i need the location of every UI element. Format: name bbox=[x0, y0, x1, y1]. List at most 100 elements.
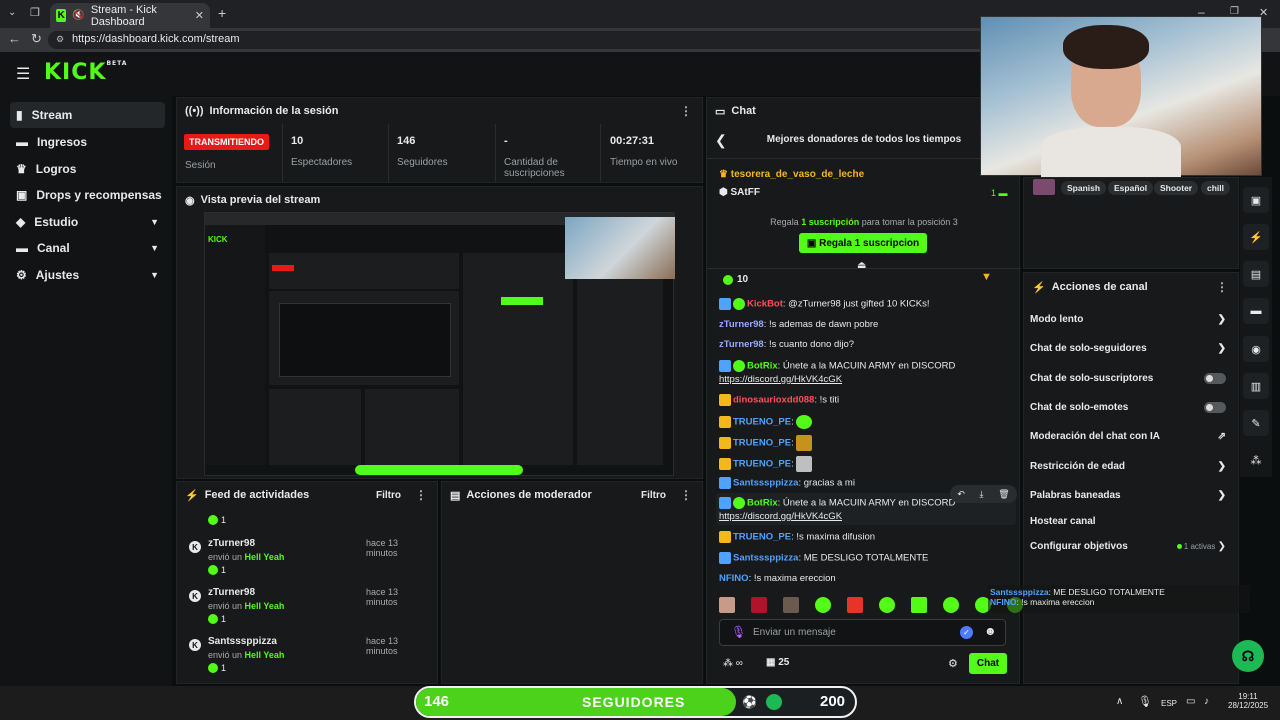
feed-user[interactable]: zTurner98 bbox=[208, 587, 255, 598]
action-ai-moderation[interactable]: Moderación del chat con IA ⇗ bbox=[1030, 431, 1226, 442]
chat-input-field[interactable]: 🎙 Enviar un mensaje ✓ ☻ bbox=[719, 619, 1006, 646]
menu-icon[interactable]: ☰ bbox=[16, 64, 30, 84]
emote-icon[interactable] bbox=[783, 597, 799, 613]
sidebar-item-ajustes[interactable]: ⚙ Ajustes ▼ bbox=[10, 262, 165, 288]
chat-username[interactable]: BotRix bbox=[747, 361, 778, 372]
more-icon[interactable]: ⋮ bbox=[680, 104, 692, 118]
check-icon[interactable]: ✓ bbox=[960, 626, 973, 639]
collapse-handle-icon[interactable]: ⏏ bbox=[857, 260, 866, 271]
emote-icon[interactable] bbox=[719, 597, 735, 613]
emote-icon[interactable] bbox=[815, 597, 831, 613]
chat-message: BotRix: Únete a la MACUIN ARMY en DISCOR… bbox=[719, 497, 955, 509]
chat-settings-icon[interactable]: ⚙ bbox=[948, 657, 958, 670]
action-followers-only[interactable]: Chat de solo-seguidores ❯ bbox=[1030, 343, 1226, 354]
action-goals[interactable]: Configurar objetivos 1 activas ❯ bbox=[1030, 541, 1226, 552]
url-field[interactable]: ⚙ https://dashboard.kick.com/stream bbox=[48, 31, 988, 49]
tag[interactable]: chill bbox=[1201, 181, 1231, 195]
overlay-chat-line: Santsssppizza: ME DESLIGO TOTALMENTE bbox=[990, 587, 1248, 597]
language-indicator[interactable]: ESP bbox=[1161, 699, 1177, 708]
tag[interactable]: Español bbox=[1108, 181, 1154, 195]
action-slow-mode[interactable]: Modo lento ❯ bbox=[1030, 314, 1226, 325]
rail-document-icon[interactable]: ▤ bbox=[1243, 261, 1269, 287]
donor-name[interactable]: tesorera_de_vaso_de_leche bbox=[731, 169, 864, 180]
rail-broadcast-icon[interactable]: ◉ bbox=[1243, 336, 1269, 362]
chat-username[interactable]: NFINO bbox=[719, 573, 749, 584]
more-icon[interactable]: ⋮ bbox=[680, 488, 692, 502]
subs-only-toggle[interactable] bbox=[1204, 373, 1226, 384]
mute-icon[interactable]: 🔇 bbox=[72, 10, 84, 21]
new-tab-icon[interactable]: + bbox=[218, 5, 226, 21]
category-thumbnail[interactable] bbox=[1033, 179, 1055, 195]
sidebar-item-logros[interactable]: ♛ Logros bbox=[10, 156, 165, 182]
emote-icon[interactable] bbox=[751, 597, 767, 613]
chat-username[interactable]: TRUENO_PE bbox=[733, 459, 791, 470]
microphone-icon[interactable]: 🎙 bbox=[731, 625, 746, 639]
emote-icon[interactable] bbox=[847, 597, 863, 613]
sidebar-item-canal[interactable]: ▬ Canal ▼ bbox=[10, 235, 165, 261]
moderator-filter-button[interactable]: Filtro bbox=[641, 490, 666, 501]
sidebar-item-ingresos[interactable]: ▬ Ingresos bbox=[10, 129, 165, 155]
browser-tab[interactable]: K 🔇 Stream - Kick Dashboard ✕ bbox=[50, 3, 210, 28]
donor-name[interactable]: SAtFF bbox=[731, 187, 760, 198]
chat-username[interactable]: KickBot bbox=[747, 299, 783, 310]
tag-label: chill bbox=[1207, 183, 1225, 193]
sidebar-item-estudio[interactable]: ◆ Estudio ▼ bbox=[10, 209, 165, 235]
back-icon[interactable]: ← bbox=[8, 31, 21, 46]
chat-username[interactable]: Santsssppizza bbox=[733, 478, 798, 489]
feed-user[interactable]: Santsssppizza bbox=[208, 636, 277, 647]
emote-icon[interactable] bbox=[911, 597, 927, 613]
action-host-channel[interactable]: Hostear canal bbox=[1030, 516, 1226, 527]
chat-username[interactable]: TRUENO_PE bbox=[733, 532, 791, 543]
action-banned-words[interactable]: Palabras baneadas ❯ bbox=[1030, 490, 1226, 501]
volume-icon[interactable]: ♪ bbox=[1204, 696, 1209, 707]
chat-username[interactable]: zTurner98 bbox=[719, 339, 764, 350]
sidebar-item-stream[interactable]: ▮ Stream bbox=[10, 102, 165, 128]
chat-username[interactable]: Santsssppizza bbox=[733, 553, 798, 564]
more-icon[interactable]: ⋮ bbox=[415, 488, 427, 502]
emote-icon[interactable] bbox=[879, 597, 895, 613]
rail-wrench-icon[interactable]: ✎ bbox=[1243, 410, 1269, 436]
tag[interactable]: Shooter bbox=[1154, 181, 1199, 195]
rail-bolt-icon[interactable]: ⚡ bbox=[1243, 224, 1269, 250]
sidebar-item-drops[interactable]: ▣ Drops y recompensas bbox=[10, 182, 165, 208]
chat-link[interactable]: https://discord.gg/HkVK4cGK bbox=[719, 374, 842, 385]
emotes-only-toggle[interactable] bbox=[1204, 402, 1226, 413]
close-tab-icon[interactable]: ✕ bbox=[195, 9, 204, 22]
more-icon[interactable]: ⋮ bbox=[1216, 280, 1228, 294]
tray-expand-icon[interactable]: ∧ bbox=[1116, 696, 1123, 707]
feed-user[interactable]: zTurner98 bbox=[208, 538, 255, 549]
chat-link[interactable]: https://discord.gg/HkVK4cGK bbox=[719, 511, 842, 522]
action-age-restriction[interactable]: Restricción de edad ❯ bbox=[1030, 461, 1226, 472]
rail-emotes-icon[interactable]: ⁂ bbox=[1243, 447, 1269, 473]
site-info-icon[interactable]: ⚙ bbox=[56, 34, 64, 45]
emote-icon[interactable] bbox=[943, 597, 959, 613]
chat-username[interactable]: zTurner98 bbox=[719, 319, 764, 330]
rail-chat-icon[interactable]: ▬ bbox=[1243, 298, 1269, 324]
support-button[interactable]: ☊ bbox=[1232, 640, 1264, 672]
kick-logo[interactable]: KICKBETA bbox=[44, 60, 127, 85]
infinity-icon[interactable]: ⁂ ∞ bbox=[723, 658, 743, 669]
pin-icon[interactable]: ⤓ bbox=[980, 489, 984, 500]
clock[interactable]: 19:11 28/12/2025 bbox=[1228, 692, 1268, 710]
chat-username[interactable]: dinosaurioxdd088 bbox=[733, 395, 814, 406]
mic-tray-icon[interactable]: 🎙 bbox=[1138, 695, 1152, 708]
pin-flag-icon[interactable]: ▼ bbox=[981, 271, 992, 283]
rail-screen-icon[interactable]: ▣ bbox=[1243, 187, 1269, 213]
feed-filter-button[interactable]: Filtro bbox=[376, 490, 401, 501]
reply-icon[interactable]: ↶ bbox=[957, 489, 965, 500]
gift-sub-button[interactable]: ▣ Regala 1 suscripcion bbox=[799, 233, 927, 253]
network-icon[interactable]: ▭ bbox=[1186, 696, 1195, 707]
delete-icon[interactable]: 🗑 bbox=[998, 489, 1009, 500]
stream-preview-video[interactable]: KICK bbox=[204, 212, 675, 476]
chat-username[interactable]: TRUENO_PE bbox=[733, 417, 791, 428]
emoji-icon[interactable]: ☻ bbox=[984, 624, 997, 638]
tab-list-icon[interactable]: ⌄ bbox=[8, 7, 16, 18]
reload-icon[interactable]: ↻ bbox=[31, 31, 42, 47]
count: 1 bbox=[991, 188, 997, 198]
tab-group-icon[interactable]: ❐ bbox=[30, 6, 40, 19]
chat-username[interactable]: BotRix bbox=[747, 498, 778, 509]
tag[interactable]: Spanish bbox=[1061, 181, 1107, 195]
chat-username[interactable]: TRUENO_PE bbox=[733, 438, 791, 449]
send-chat-button[interactable]: Chat bbox=[969, 653, 1007, 674]
rail-layout-icon[interactable]: ▥ bbox=[1243, 373, 1269, 399]
